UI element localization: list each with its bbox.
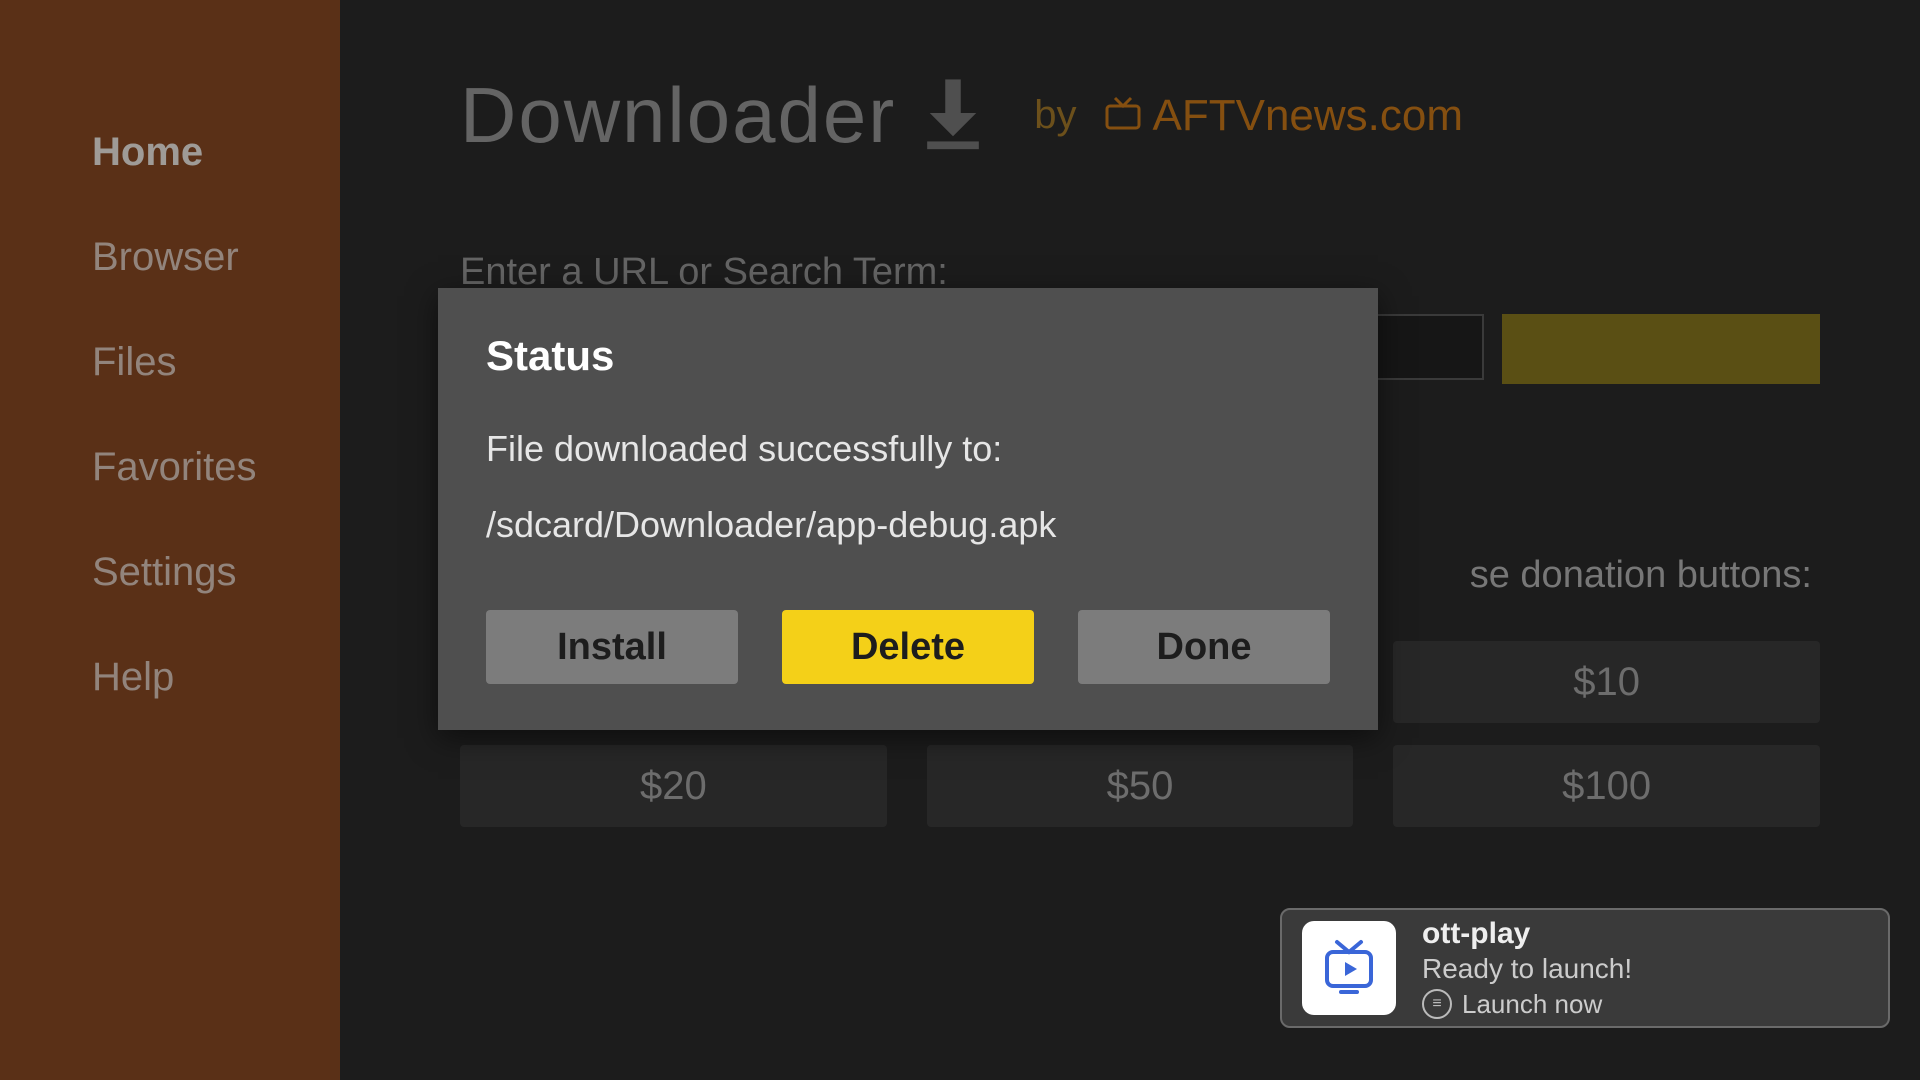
install-button[interactable]: Install	[486, 610, 738, 684]
dialog-button-row: Install Delete Done	[486, 610, 1330, 684]
status-dialog: Status File downloaded successfully to: …	[438, 288, 1378, 730]
toast-subtitle: Ready to launch!	[1422, 953, 1632, 985]
toast-app-icon	[1302, 921, 1396, 1015]
done-button[interactable]: Done	[1078, 610, 1330, 684]
dialog-message: File downloaded successfully to:	[486, 428, 1330, 470]
launch-toast[interactable]: ott-play Ready to launch! ≡ Launch now	[1280, 908, 1890, 1028]
toast-text: ott-play Ready to launch! ≡ Launch now	[1422, 917, 1632, 1020]
dialog-path: /sdcard/Downloader/app-debug.apk	[486, 504, 1330, 546]
toast-app-name: ott-play	[1422, 917, 1632, 951]
toast-action-label: Launch now	[1462, 989, 1602, 1020]
toast-action[interactable]: ≡ Launch now	[1422, 989, 1632, 1020]
dialog-title: Status	[486, 332, 1330, 380]
menu-icon: ≡	[1422, 989, 1452, 1019]
delete-button[interactable]: Delete	[782, 610, 1034, 684]
